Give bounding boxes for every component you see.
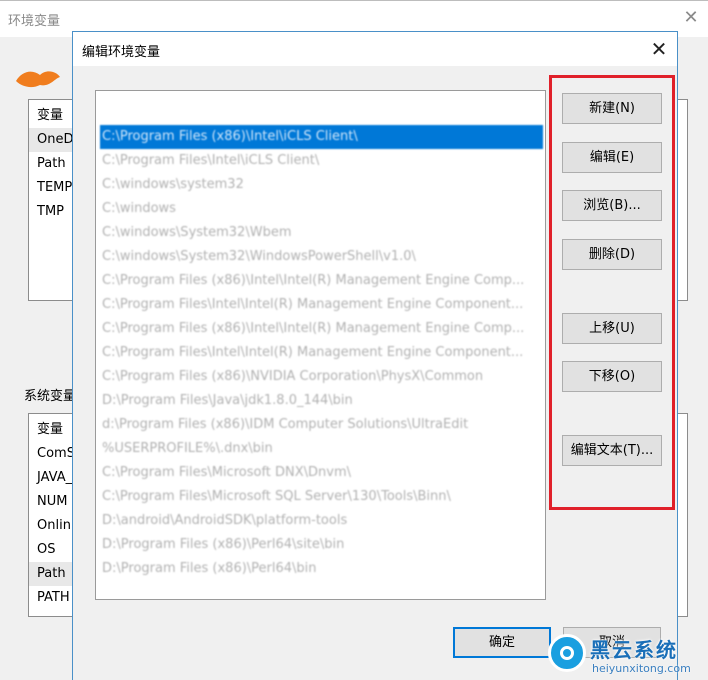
- bg-window-title: 环境变量: [8, 14, 61, 29]
- path-entry[interactable]: C:\Program Files (x86)\Intel\Intel(R) Ma…: [100, 269, 543, 293]
- system-var-row[interactable]: JAVA_: [37, 466, 72, 490]
- watermark-url: heiyunxitong.com: [592, 662, 691, 675]
- path-entry[interactable]: C:\Program Files\Intel\Intel(R) Manageme…: [100, 293, 543, 317]
- watermark: 黑云系统 heiyunxitong.com: [544, 628, 708, 680]
- new-button[interactable]: 新建(N): [562, 93, 662, 124]
- path-entry[interactable]: C:\Program Files\Intel\Intel(R) Manageme…: [100, 341, 543, 365]
- bg-close-icon[interactable]: ✕: [678, 5, 704, 31]
- system-var-row[interactable]: OS: [37, 538, 55, 562]
- path-entry[interactable]: d:\Program Files (x86)\IDM Computer Solu…: [100, 413, 543, 437]
- user-var-row[interactable]: TEMP: [37, 176, 72, 200]
- close-icon[interactable]: ✕: [645, 36, 673, 64]
- path-entry[interactable]: C:\Program Files\Intel\iCLS Client\: [100, 149, 543, 173]
- edit-button[interactable]: 编辑(E): [562, 142, 662, 173]
- path-entry[interactable]: C:\Program Files (x86)\Intel\iCLS Client…: [100, 125, 543, 149]
- path-entry[interactable]: %USERPROFILE%\.dnx\bin: [100, 437, 543, 461]
- system-vars-header: 变量: [37, 422, 64, 437]
- user-vars-header: 变量: [37, 108, 64, 123]
- user-var-row[interactable]: Path: [37, 152, 66, 176]
- path-entries-list[interactable]: C:\Program Files (x86)\Intel\iCLS Client…: [95, 90, 546, 600]
- edit-environment-variable-dialog: 编辑环境变量 ✕ C:\Program Files (x86)\Intel\iC…: [72, 31, 678, 680]
- path-entry[interactable]: C:\Program Files\Microsoft DNX\Dnvm\: [100, 461, 543, 485]
- system-var-row[interactable]: Onlin: [37, 514, 71, 538]
- path-entry[interactable]: C:\windows\System32\Wbem: [100, 221, 543, 245]
- user-var-row[interactable]: OneD: [29, 128, 73, 152]
- system-var-row[interactable]: PATH: [37, 586, 70, 610]
- path-entry[interactable]: D:\Program Files\Java\jdk1.8.0_144\bin: [100, 389, 543, 413]
- move-down-button[interactable]: 下移(O): [562, 361, 662, 392]
- path-entry[interactable]: C:\windows\system32: [100, 173, 543, 197]
- path-entry[interactable]: C:\Program Files\Microsoft SQL Server\13…: [100, 485, 543, 509]
- system-var-row[interactable]: NUM: [37, 490, 67, 514]
- dialog-title: 编辑环境变量: [82, 45, 161, 60]
- move-up-button[interactable]: 上移(U): [562, 313, 662, 344]
- delete-button[interactable]: 删除(D): [562, 239, 662, 270]
- system-var-row[interactable]: Path: [29, 562, 73, 586]
- watermark-name: 黑云系统: [590, 638, 678, 662]
- path-entry[interactable]: D:\Program Files (x86)\Perl64\site\bin: [100, 533, 543, 557]
- path-entry[interactable]: C:\windows: [100, 197, 543, 221]
- watermark-logo-icon: [548, 634, 586, 672]
- path-entry[interactable]: C:\Program Files (x86)\Intel\Intel(R) Ma…: [100, 317, 543, 341]
- edit-text-button[interactable]: 编辑文本(T)...: [562, 435, 662, 466]
- path-entry[interactable]: C:\windows\System32\WindowsPowerShell\v1…: [100, 245, 543, 269]
- watermark-logo-inner: [560, 646, 574, 660]
- ok-button[interactable]: 确定: [453, 627, 551, 658]
- dialog-titlebar: 编辑环境变量 ✕: [73, 32, 677, 66]
- user-var-row[interactable]: TMP: [37, 200, 64, 224]
- system-var-row[interactable]: ComS: [37, 442, 75, 466]
- path-entry[interactable]: D:\android\AndroidSDK\platform-tools: [100, 509, 543, 533]
- path-entry[interactable]: C:\Program Files (x86)\NVIDIA Corporatio…: [100, 365, 543, 389]
- browse-button[interactable]: 浏览(B)...: [562, 190, 662, 221]
- path-entry[interactable]: D:\Program Files (x86)\Perl64\bin: [100, 557, 543, 581]
- orange-decoration-icon: [16, 71, 60, 88]
- system-variables-label: 系统变量: [24, 389, 77, 404]
